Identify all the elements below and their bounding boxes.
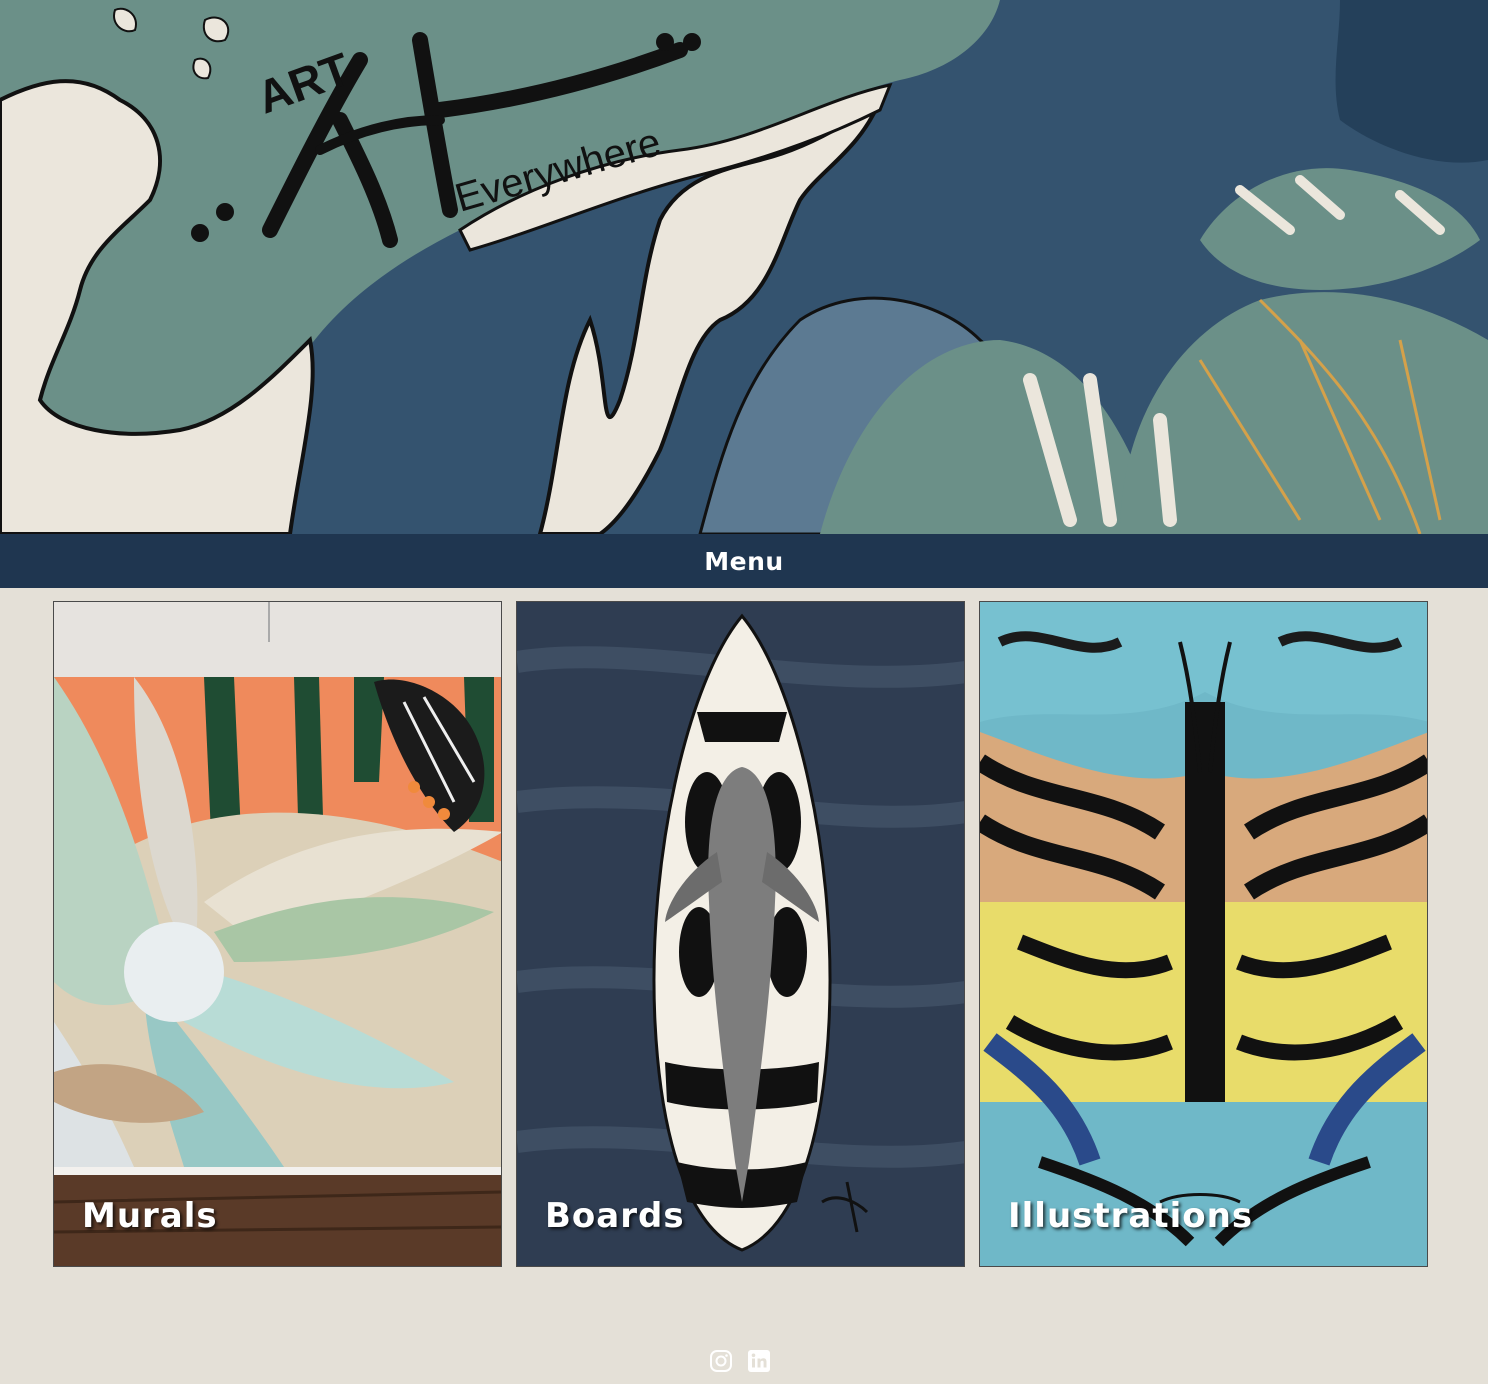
- illustrations-image: [980, 602, 1427, 1266]
- murals-image: [54, 602, 501, 1266]
- linkedin-icon[interactable]: [747, 1349, 771, 1373]
- card-murals[interactable]: Murals: [53, 601, 502, 1267]
- menu-bar: Menu: [0, 534, 1488, 588]
- hero-banner: ART Everywhere: [0, 0, 1488, 534]
- card-illustrations[interactable]: Illustrations: [979, 601, 1428, 1267]
- social-links: [709, 1349, 771, 1373]
- card-murals-title: Murals: [82, 1196, 218, 1236]
- card-boards-title: Boards: [545, 1196, 685, 1236]
- boards-image: [517, 602, 964, 1266]
- card-boards[interactable]: Boards: [516, 601, 965, 1267]
- instagram-icon[interactable]: [709, 1349, 733, 1373]
- menu-button[interactable]: Menu: [704, 547, 783, 576]
- card-illustrations-title: Illustrations: [1008, 1196, 1254, 1236]
- hero-map-illustration: ART Everywhere: [0, 0, 1488, 534]
